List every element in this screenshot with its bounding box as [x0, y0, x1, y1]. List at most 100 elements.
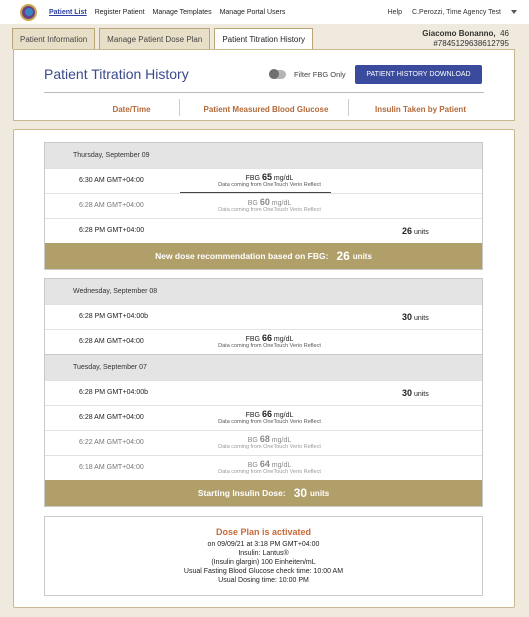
history-row: 6:18 AM GMT+04:00 BG 64 mg/dL Data comin…: [45, 455, 482, 480]
reading-unit: mg/dL: [273, 336, 294, 343]
tab-manage-dose-plan[interactable]: Manage Patient Dose Plan: [99, 28, 211, 49]
glucose-reading: FBG 66 mg/dL Data coming from OneTouch V…: [207, 409, 332, 425]
day-group-date: Tuesday, September 07: [45, 355, 482, 380]
dose-plan-dosing-time: Usual Dosing time: 10:00 PM: [218, 577, 309, 584]
reading-type: FBG: [245, 412, 260, 419]
history-row: 6:22 AM GMT+04:00 BG 68 mg/dL Data comin…: [45, 430, 482, 455]
glucose-reading: FBG 66 mg/dL Data coming from OneTouch V…: [207, 333, 332, 349]
reading-value: 66: [261, 409, 272, 419]
reading-source: Data coming from OneTouch Verio Reflect: [218, 182, 321, 188]
dose-recommendation-label: New dose recommendation based on FBG:: [155, 251, 329, 261]
row-time: 6:28 AM GMT+04:00: [79, 202, 144, 209]
units-value: 26: [402, 226, 413, 236]
reading-value: 68: [259, 434, 270, 444]
filter-fbg-label: Filter FBG Only: [294, 70, 346, 79]
nav-manage-portal-users[interactable]: Manage Portal Users: [220, 9, 286, 16]
column-separator: [179, 99, 180, 116]
app-logo[interactable]: [20, 3, 37, 21]
column-header-blood-glucose: Patient Measured Blood Glucose: [203, 105, 329, 114]
user-name: C.Perozzi, Time Agency Test: [412, 8, 501, 16]
reading-source: Data coming from OneTouch Verio Reflect: [218, 343, 321, 349]
units-label: units: [413, 229, 429, 236]
units-value: 30: [402, 312, 413, 322]
reading-value: 60: [259, 197, 270, 207]
row-time: 6:18 AM GMT+04:00: [79, 464, 144, 471]
history-row: 6:28 AM GMT+04:00 BG 60 mg/dL Data comin…: [45, 193, 482, 218]
dose-recommendation-unit: units: [352, 251, 372, 261]
day-group-sep-07: Tuesday, September 07 6:28 PM GMT+04:00b…: [44, 354, 483, 507]
tab-bar: Patient Information Manage Patient Dose …: [12, 28, 317, 50]
dose-plan-activation-date: on 09/09/21 at 3:18 PM GMT+04:00: [207, 541, 320, 548]
nav-register-patient[interactable]: Register Patient: [95, 9, 145, 16]
glucose-reading: BG 60 mg/dL Data coming from OneTouch Ve…: [207, 197, 332, 213]
help-link[interactable]: Help: [388, 9, 402, 16]
glucose-reading: BG 68 mg/dL Data coming from OneTouch Ve…: [207, 434, 332, 450]
starting-dose-unit: units: [310, 488, 330, 498]
row-time: 6:28 PM GMT+04:00b: [79, 313, 149, 320]
tab-patient-information[interactable]: Patient Information: [12, 28, 96, 49]
nav-patient-list[interactable]: Patient List: [49, 9, 87, 16]
starting-dose-value: 30: [293, 486, 308, 500]
row-time: 6:22 AM GMT+04:00: [79, 439, 144, 446]
patient-name: Giacomo Bonanno,: [422, 29, 496, 38]
patient-info: Giacomo Bonanno, 46 #7845129638612795: [422, 29, 509, 49]
user-menu[interactable]: C.Perozzi, Time Agency Test: [412, 9, 517, 16]
chevron-down-icon: [511, 9, 517, 14]
patient-id: #7845129638612795: [433, 39, 509, 48]
reading-type: BG: [247, 462, 258, 469]
history-row: 6:28 AM GMT+04:00 FBG 66 mg/dL Data comi…: [45, 405, 482, 430]
units-value: 30: [402, 388, 413, 398]
tab-titration-history[interactable]: Patient Titration History: [214, 28, 314, 50]
reading-value: 66: [261, 333, 272, 343]
day-group-date: Thursday, September 09: [45, 143, 482, 168]
reading-unit: mg/dL: [273, 175, 294, 182]
nav-manage-templates[interactable]: Manage Templates: [153, 9, 212, 16]
row-time: 6:28 AM GMT+04:00: [79, 338, 144, 345]
reading-type: FBG: [245, 336, 260, 343]
glucose-reading: FBG 65 mg/dL Data coming from OneTouch V…: [207, 172, 332, 188]
dose-plan-insulin-detail: (Insulin glargin) 100 Einheiten/mL: [211, 559, 316, 566]
reading-source: Data coming from OneTouch Verio Reflect: [218, 444, 321, 450]
top-navbar: Patient List Register Patient Manage Tem…: [0, 0, 529, 24]
column-separator: [348, 99, 349, 116]
history-row: 6:28 PM GMT+04:00b 30 units: [45, 304, 482, 329]
starting-dose-label: Starting Insulin Dose:: [197, 488, 286, 498]
history-row: 6:28 PM GMT+04:00b 30 units: [45, 380, 482, 405]
history-row: 6:28 PM GMT+04:00 26 units: [45, 218, 482, 243]
reading-value: 65: [261, 172, 272, 182]
history-list-panel: Thursday, September 09 6:30 AM GMT+04:00…: [13, 129, 515, 608]
insulin-units: 30 units: [402, 388, 429, 398]
dose-plan-box: Dose Plan is activated on 09/09/21 at 3:…: [44, 516, 483, 596]
insulin-units: 30 units: [402, 312, 429, 322]
page-title: Patient Titration History: [44, 66, 189, 82]
row-time: 6:30 AM GMT+04:00: [79, 177, 144, 184]
reading-unit: mg/dL: [271, 437, 292, 444]
reading-source: Data coming from OneTouch Verio Reflect: [218, 469, 321, 475]
reading-source: Data coming from OneTouch Verio Reflect: [218, 419, 321, 425]
row-time: 6:28 PM GMT+04:00b: [79, 389, 149, 396]
history-row: 6:28 AM GMT+04:00 FBG 66 mg/dL Data comi…: [45, 329, 482, 354]
starting-dose-bar: Starting Insulin Dose: 30 units: [45, 480, 482, 506]
column-header-insulin: Insulin Taken by Patient: [375, 105, 466, 114]
day-group-sep-08: Wednesday, September 08 6:28 PM GMT+04:0…: [44, 278, 483, 354]
column-header-datetime: Date/Time: [112, 105, 151, 114]
units-label: units: [413, 315, 429, 322]
dose-recommendation-value: 26: [336, 249, 350, 263]
reading-type: BG: [247, 200, 258, 207]
units-label: units: [413, 391, 429, 398]
row-time: 6:28 AM GMT+04:00: [79, 414, 144, 421]
dose-plan-insulin: Insulin: Lantus®: [238, 550, 289, 557]
filter-fbg-toggle[interactable]: [269, 69, 286, 79]
insulin-units: 26 units: [402, 226, 429, 236]
day-group-sep-09: Thursday, September 09 6:30 AM GMT+04:00…: [44, 142, 483, 270]
patient-history-download-button[interactable]: PATIENT HISTORY DOWNLOAD: [355, 65, 482, 84]
top-right-menu: Help C.Perozzi, Time Agency Test: [378, 0, 517, 24]
reading-unit: mg/dL: [271, 200, 292, 207]
reading-value: 64: [259, 459, 270, 469]
header-divider: [44, 92, 484, 93]
reading-unit: mg/dL: [271, 462, 292, 469]
reading-source: Data coming from OneTouch Verio Reflect: [218, 207, 321, 213]
dose-recommendation-bar: New dose recommendation based on FBG: 26…: [45, 243, 482, 269]
day-group-date: Wednesday, September 08: [45, 279, 482, 304]
history-header-panel: Patient Titration History Filter FBG Onl…: [13, 49, 515, 121]
